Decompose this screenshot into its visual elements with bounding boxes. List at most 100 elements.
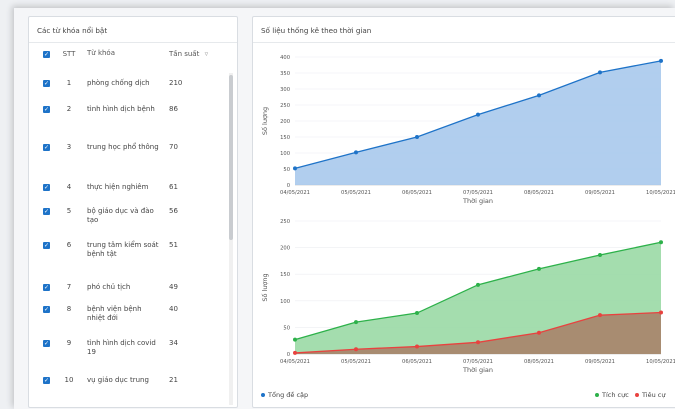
data-point: [598, 313, 602, 318]
row-frequency: 86: [169, 105, 178, 113]
row-stt: 9: [66, 339, 72, 347]
row-frequency: 49: [169, 283, 178, 291]
select-all-checkbox[interactable]: ✓: [43, 51, 50, 58]
data-point: [537, 330, 541, 335]
data-point: [415, 344, 419, 349]
row-checkbox[interactable]: ✓: [43, 377, 50, 384]
keywords-panel-title: Các từ khóa nổi bật: [37, 26, 108, 35]
column-header-stt: STT: [62, 50, 76, 58]
stats-chart: 0 50 100 150 200 250 300 350 400 04/05/2021 05/05/…: [261, 55, 675, 374]
data-point: [537, 93, 541, 98]
row-checkbox[interactable]: ✓: [43, 184, 50, 191]
row-keyword: phòng chống dịch: [87, 79, 150, 87]
row-checkbox[interactable]: ✓: [43, 284, 50, 291]
data-point: [354, 150, 358, 155]
x-axis-title: Thời gian: [462, 197, 493, 205]
row-stt: 2: [66, 105, 72, 113]
x-tick-label: 06/05/2021: [402, 190, 432, 196]
data-point: [537, 266, 541, 271]
row-frequency: 56: [169, 207, 178, 215]
row-frequency: 210: [169, 79, 183, 87]
y-tick-label: 50: [283, 325, 290, 331]
row-keyword: trung tâm kiểm soát bệnh tật: [87, 241, 159, 258]
y-tick-label: 200: [280, 119, 290, 125]
y-tick-label: 100: [280, 299, 290, 305]
legend-positive[interactable]: Tích cực: [595, 391, 629, 399]
x-tick-label: 09/05/2021: [585, 359, 615, 365]
data-point: [415, 135, 419, 139]
row-keyword: tình hình dịch covid 19: [87, 339, 156, 356]
series-area-0-0: [295, 60, 661, 186]
data-point: [598, 253, 602, 258]
legend-total-dot: [261, 393, 265, 397]
y-tick-label: 250: [280, 219, 290, 225]
row-stt: 8: [66, 305, 72, 313]
legend-negative-dot: [635, 393, 639, 397]
row-frequency: 21: [169, 376, 178, 384]
scrollbar-thumb[interactable]: [229, 75, 233, 240]
row-stt: 5: [66, 207, 72, 215]
y-tick-label: 150: [280, 272, 290, 278]
x-tick-label: 05/05/2021: [341, 190, 371, 196]
row-keyword: tình hình dịch bệnh: [87, 105, 155, 113]
table-header: ✓ STT Từ khóa Tần suất ▿: [29, 43, 229, 65]
data-point: [415, 311, 419, 316]
row-keyword: vụ giáo dục trung: [87, 376, 149, 384]
data-point: [659, 58, 663, 63]
row-frequency: 40: [169, 305, 178, 313]
row-checkbox[interactable]: ✓: [43, 106, 50, 113]
row-keyword: trung học phổ thông: [87, 143, 159, 151]
row-checkbox[interactable]: ✓: [43, 208, 50, 215]
row-checkbox[interactable]: ✓: [43, 144, 50, 151]
row-stt: 1: [66, 79, 72, 87]
y-tick-label: 150: [280, 135, 290, 141]
x-tick-label: 04/05/2021: [280, 190, 310, 196]
keywords-panel: Các từ khóa nổi bật ✓ STT Từ khóa Tần su…: [28, 16, 238, 408]
y-tick-label: 350: [280, 71, 290, 77]
row-stt: 7: [66, 283, 72, 291]
data-point: [476, 112, 480, 117]
row-keyword: bệnh viện bệnh nhiệt đới: [87, 305, 142, 322]
x-tick-label: 08/05/2021: [524, 359, 554, 365]
row-checkbox[interactable]: ✓: [43, 242, 50, 249]
row-stt: 10: [64, 376, 74, 384]
y-tick-label: 400: [280, 55, 290, 61]
x-tick-label: 07/05/2021: [463, 359, 493, 365]
data-point: [354, 320, 358, 325]
filter-icon[interactable]: ▿: [205, 50, 209, 58]
column-header-frequency[interactable]: Tần suất ▿: [169, 50, 209, 58]
x-tick-label: 07/05/2021: [463, 190, 493, 196]
stats-panel: Số liệu thống kê theo thời gian 0 50 100 15…: [252, 16, 675, 408]
row-checkbox[interactable]: ✓: [43, 306, 50, 313]
x-tick-label: 10/05/2021: [646, 359, 675, 365]
y-tick-label: 0: [287, 183, 290, 189]
y-tick-label: 300: [280, 87, 290, 93]
y-tick-label: 250: [280, 103, 290, 109]
legend-negative[interactable]: Tiêu cự: [635, 391, 665, 399]
row-stt: 3: [66, 143, 72, 151]
y-tick-label: 100: [280, 151, 290, 157]
row-stt: 4: [66, 183, 72, 191]
row-stt: 6: [66, 241, 72, 249]
data-point: [659, 240, 663, 245]
row-keyword: phó chủ tịch: [87, 283, 131, 291]
data-point: [659, 310, 663, 315]
data-point: [354, 347, 358, 352]
data-point: [476, 282, 480, 287]
data-point: [293, 166, 297, 171]
column-header-frequency-label: Tần suất: [169, 50, 200, 58]
row-frequency: 51: [169, 241, 178, 249]
row-keyword: bộ giáo dục và đào tạo: [87, 207, 154, 224]
y-tick-label: 50: [283, 167, 290, 173]
row-frequency: 61: [169, 183, 178, 191]
y-tick-label: 0: [287, 352, 290, 358]
legend-total[interactable]: Tổng đề cập: [261, 391, 308, 399]
x-tick-label: 06/05/2021: [402, 359, 432, 365]
data-point: [293, 337, 297, 342]
legend-positive-label: Tích cực: [602, 391, 629, 399]
y-tick-label: 200: [280, 246, 290, 252]
column-header-keyword: Từ khóa: [87, 49, 115, 57]
data-point: [293, 350, 297, 355]
row-checkbox[interactable]: ✓: [43, 80, 50, 87]
row-checkbox[interactable]: ✓: [43, 340, 50, 347]
